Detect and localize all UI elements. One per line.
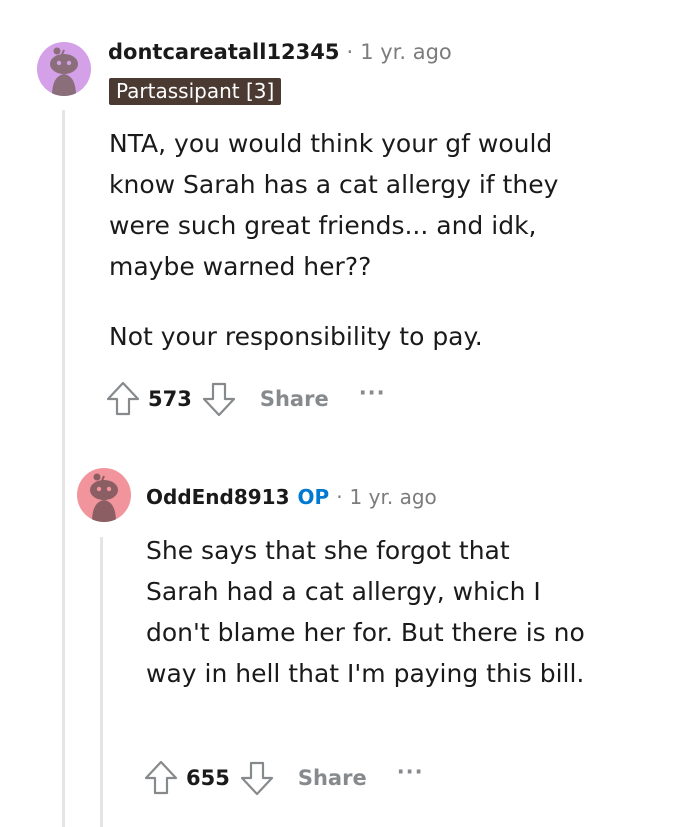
more-options-button[interactable]: ··· bbox=[397, 760, 424, 784]
reddit-snoo-icon bbox=[50, 47, 78, 96]
comment-actions: 655 Share ··· bbox=[142, 759, 424, 797]
thread-line-comment2[interactable] bbox=[100, 537, 103, 827]
username[interactable]: OddEnd8913 bbox=[146, 485, 290, 509]
downvote-arrow-icon[interactable] bbox=[238, 759, 276, 797]
comment-actions: 573 Share ··· bbox=[104, 380, 386, 418]
vote-score: 573 bbox=[148, 387, 192, 411]
upvote-arrow-icon[interactable] bbox=[142, 759, 180, 797]
avatar[interactable] bbox=[37, 42, 91, 96]
user-flair: Partassipant [3] bbox=[109, 78, 282, 105]
share-button[interactable]: Share bbox=[260, 387, 329, 411]
comment-paragraph: She says that she forgot that Sarah had … bbox=[146, 536, 585, 688]
comment-meta: dontcareatall12345 · 1 yr. ago bbox=[108, 37, 452, 67]
comment-body: NTA, you would think your gf would know … bbox=[109, 123, 579, 357]
separator-dot: · bbox=[336, 485, 343, 509]
more-options-button[interactable]: ··· bbox=[359, 381, 386, 405]
avatar[interactable] bbox=[77, 468, 131, 522]
reddit-snoo-icon bbox=[90, 473, 118, 522]
timestamp[interactable]: 1 yr. ago bbox=[360, 40, 452, 64]
comment-body: She says that she forgot that Sarah had … bbox=[146, 530, 586, 694]
timestamp[interactable]: 1 yr. ago bbox=[350, 485, 437, 509]
vote-score: 655 bbox=[186, 766, 230, 790]
upvote-arrow-icon[interactable] bbox=[104, 380, 142, 418]
comment-meta: OddEnd8913 OP · 1 yr. ago bbox=[146, 482, 437, 512]
username[interactable]: dontcareatall12345 bbox=[108, 40, 340, 64]
downvote-arrow-icon[interactable] bbox=[200, 380, 238, 418]
comment-paragraph: NTA, you would think your gf would know … bbox=[109, 129, 559, 281]
comment-paragraph: Not your responsibility to pay. bbox=[109, 322, 483, 351]
separator-dot: · bbox=[346, 40, 354, 64]
thread-line-comment1[interactable] bbox=[62, 110, 65, 827]
share-button[interactable]: Share bbox=[298, 766, 367, 790]
op-badge: OP bbox=[297, 485, 330, 509]
